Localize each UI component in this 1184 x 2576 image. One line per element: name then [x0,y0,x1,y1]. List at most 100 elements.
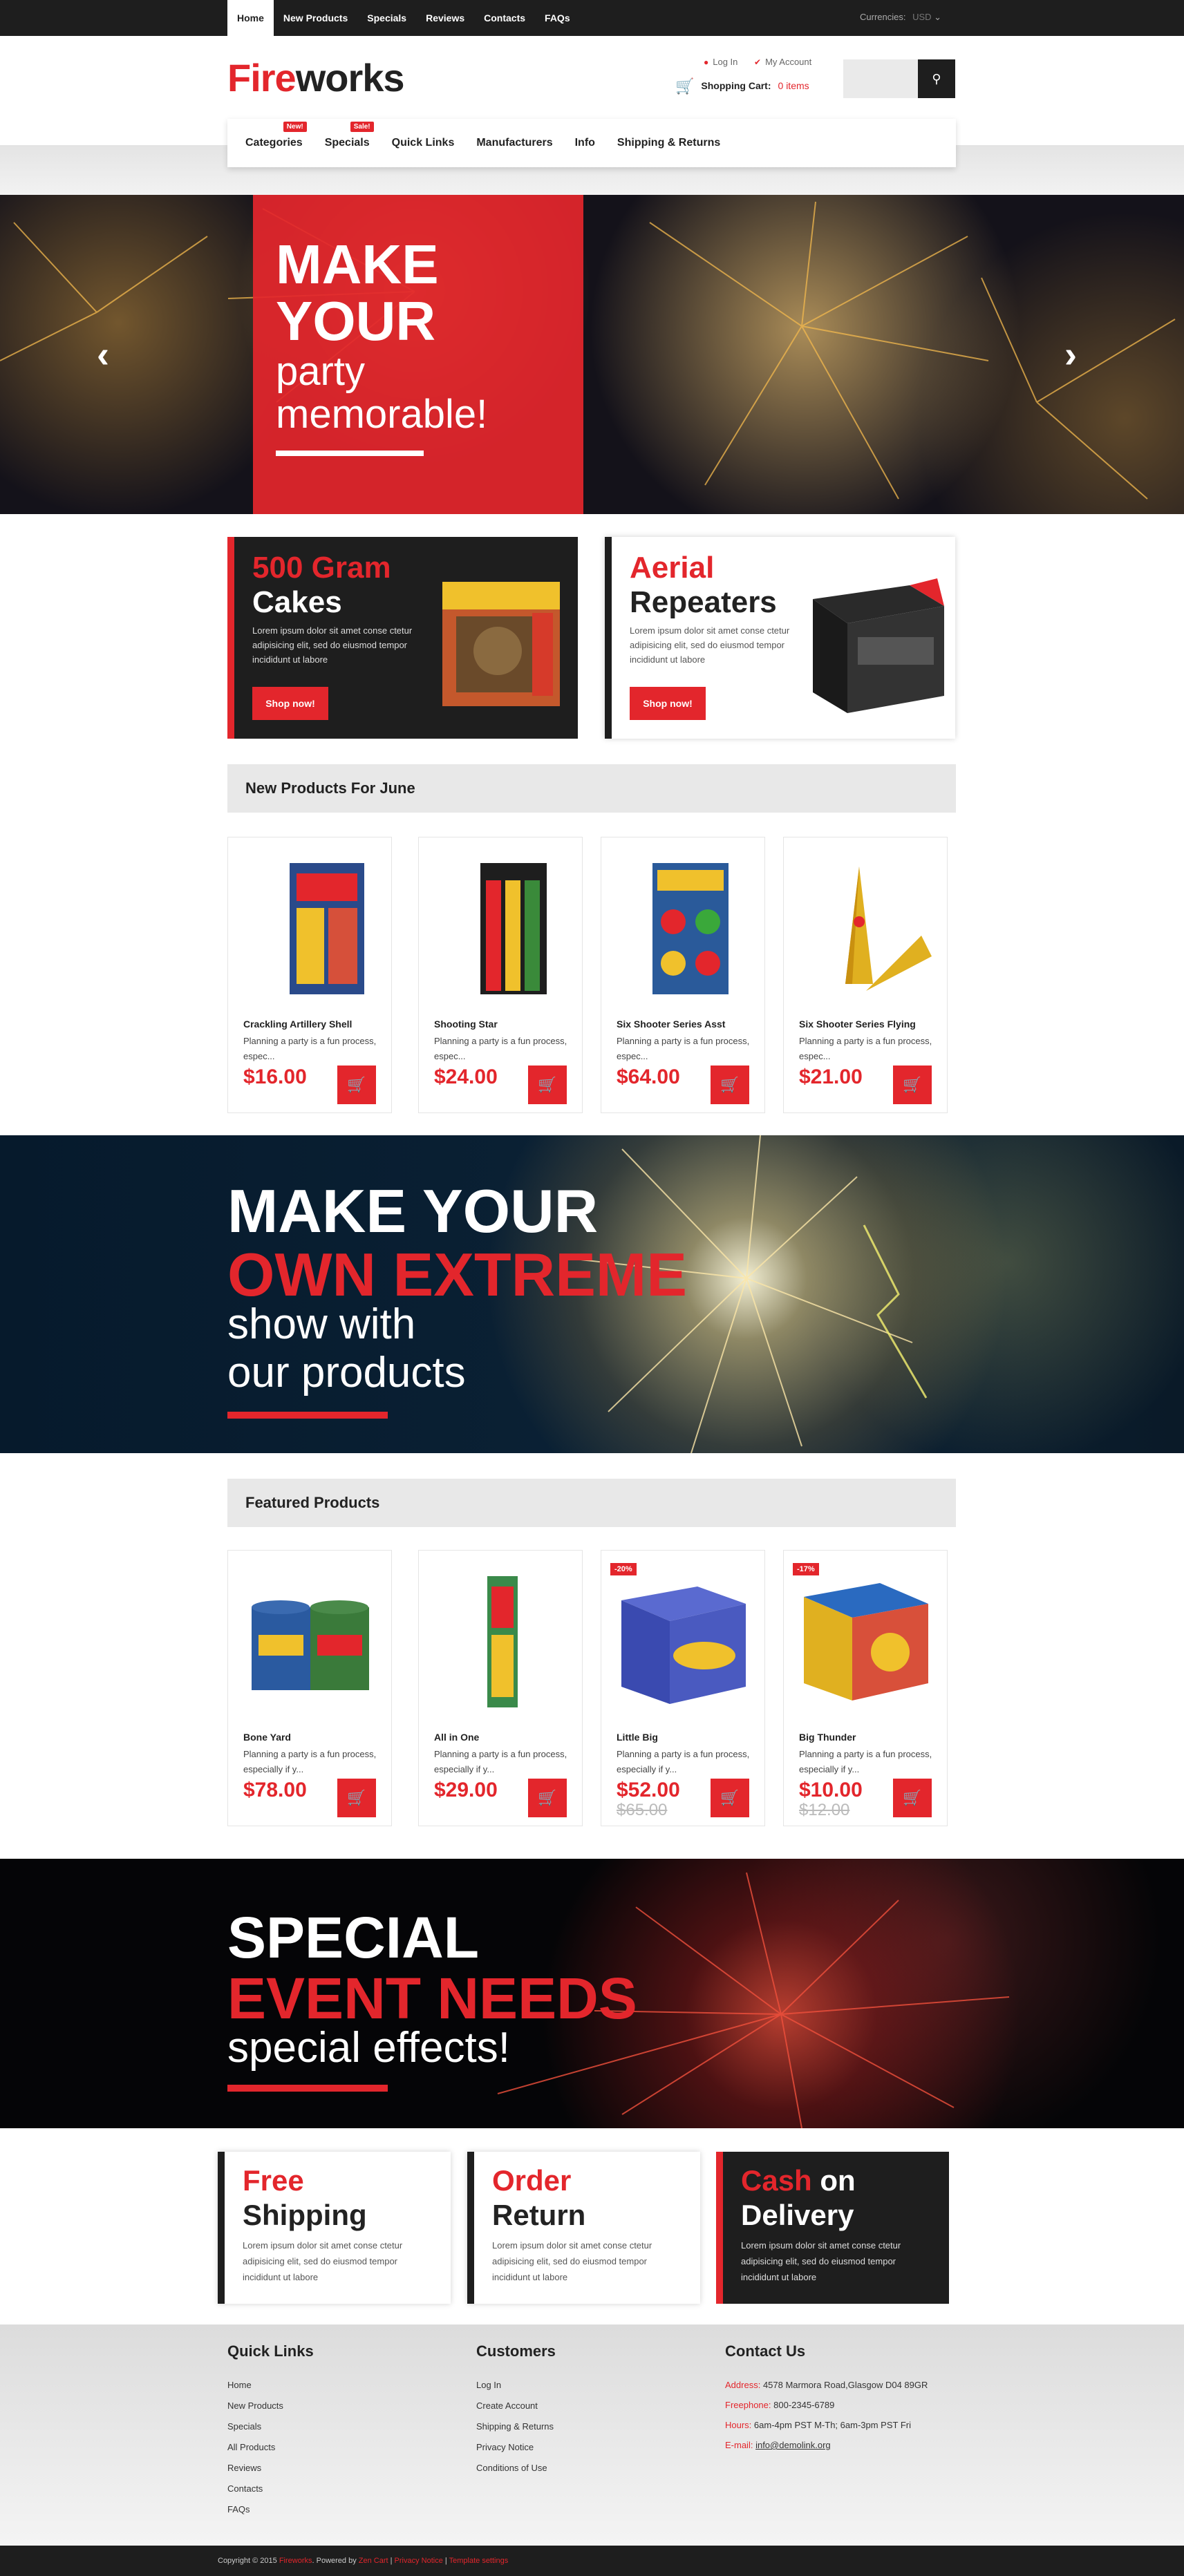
footer-link[interactable]: Reviews [227,2463,314,2483]
slider-prev-arrow-icon[interactable]: ‹ [97,333,109,376]
footer-link[interactable]: Create Account [476,2400,556,2421]
hero-subheading: party memorable! [276,350,487,436]
zen-cart-link[interactable]: Zen Cart [359,2557,388,2565]
search-button[interactable]: ⚲ [918,59,955,98]
nav-quick-links[interactable]: Quick Links [392,137,455,149]
shop-now-button[interactable]: Shop now! [630,687,706,720]
footer-link[interactable]: Contacts [227,2483,314,2504]
new-products-header: New Products For June [227,764,956,813]
product-description: Planning a party is a fun process, espec… [799,1036,932,1061]
shopping-cart[interactable]: 🛒 Shopping Cart: 0 items [675,77,809,95]
copyright-site-link[interactable]: Fireworks [279,2557,312,2565]
cart-icon: 🛒 [903,1789,922,1806]
nav-categories-label: Categories [245,137,303,149]
product-price: $16.00 [243,1066,307,1088]
cart-count[interactable]: 0 items [778,80,809,91]
product-card[interactable]: Bone Yard Planning a party is a fun proc… [227,1550,392,1826]
cart-icon: 🛒 [675,77,695,95]
banner1-line2: OWN EXTREME [227,1240,687,1309]
privacy-notice-link[interactable]: Privacy Notice [395,2557,443,2565]
top-nav-contacts[interactable]: Contacts [474,0,535,36]
cart-icon: 🛒 [720,1076,740,1093]
feature-title-bottom: Delivery [741,2199,854,2231]
add-to-cart-button[interactable]: 🛒 [337,1066,376,1104]
add-to-cart-button[interactable]: 🛒 [893,1066,932,1104]
promo-title-bottom: Cakes [252,585,342,619]
footer-link[interactable]: Specials [227,2421,314,2442]
footer-link[interactable]: Conditions of Use [476,2463,556,2483]
product-price: $52.00 [617,1779,680,1801]
product-name[interactable]: Big Thunder [799,1732,856,1743]
logo-part2: works [295,56,405,100]
footer-link[interactable]: New Products [227,2400,314,2421]
nav-specials[interactable]: Sale! Specials [325,122,374,149]
product-card[interactable]: -20% Little Big Planning a party is a fu… [601,1550,765,1826]
footer-link[interactable]: Home [227,2380,314,2400]
hero-caption-panel: MAKE YOUR party memorable! [253,195,583,514]
footer: Quick Links Home New Products Specials A… [0,2324,1184,2546]
product-name[interactable]: Little Big [617,1732,658,1743]
login-link[interactable]: ● Log In [704,57,737,67]
copyright-prefix: Copyright © 2015 [218,2557,277,2565]
banner2-line1: SPECIAL [227,1905,480,1970]
product-name[interactable]: All in One [434,1732,479,1743]
product-name[interactable]: Shooting Star [434,1019,498,1030]
product-card[interactable]: Shooting Star Planning a party is a fun … [418,837,583,1113]
slider-next-arrow-icon[interactable]: › [1064,333,1077,376]
promo-aerial-repeaters[interactable]: Aerial Repeaters Lorem ipsum dolor sit a… [605,537,955,739]
footer-link[interactable]: Privacy Notice [476,2442,556,2463]
footer-link[interactable]: FAQs [227,2504,314,2525]
product-card[interactable]: Crackling Artillery Shell Planning a par… [227,837,392,1113]
add-to-cart-button[interactable]: 🛒 [711,1779,749,1817]
nav-shipping-returns[interactable]: Shipping & Returns [617,137,720,149]
top-nav-faqs[interactable]: FAQs [535,0,580,36]
shop-now-button[interactable]: Shop now! [252,687,328,720]
product-name[interactable]: Six Shooter Series Flying [799,1019,916,1030]
top-nav-specials[interactable]: Specials [357,0,416,36]
product-image [652,863,729,994]
product-card[interactable]: Six Shooter Series Flying Planning a par… [783,837,948,1113]
product-name[interactable]: Crackling Artillery Shell [243,1019,352,1030]
contact-email[interactable]: E-mail: info@demolink.org [725,2440,928,2460]
feature-title-top: Order [492,2164,572,2197]
banner1-line3: show with [227,1300,416,1348]
footer-link[interactable]: All Products [227,2442,314,2463]
add-to-cart-button[interactable]: 🛒 [528,1779,567,1817]
feature-text: Lorem ipsum dolor sit amet conse ctetur … [492,2240,652,2282]
login-label: Log In [713,57,738,67]
top-nav-reviews[interactable]: Reviews [416,0,474,36]
feature-accent-bar [218,2152,225,2304]
nav-categories[interactable]: New! Categories [245,122,307,149]
special-event-banner[interactable]: SPECIAL EVENT NEEDS special effects! [0,1859,1184,2128]
nav-manufacturers[interactable]: Manufacturers [476,137,552,149]
my-account-link[interactable]: ✔ My Account [754,57,811,67]
top-nav-new-products[interactable]: New Products [274,0,357,36]
footer-link[interactable]: Shipping & Returns [476,2421,556,2442]
top-nav-home[interactable]: Home [227,0,274,36]
cart-icon: 🛒 [720,1789,740,1806]
product-image [487,1576,518,1707]
add-to-cart-button[interactable]: 🛒 [528,1066,567,1104]
add-to-cart-button[interactable]: 🛒 [893,1779,932,1817]
product-name[interactable]: Bone Yard [243,1732,291,1743]
product-description: Planning a party is a fun process, espec… [243,1036,377,1061]
product-name[interactable]: Six Shooter Series Asst [617,1019,725,1030]
footer-link[interactable]: Log In [476,2380,556,2400]
add-to-cart-button[interactable]: 🛒 [337,1779,376,1817]
product-card[interactable]: -17% Big Thunder Planning a party is a f… [783,1550,948,1826]
footer-contact: Contact Us Address: 4578 Marmora Road,Gl… [725,2342,928,2460]
feature-text: Lorem ipsum dolor sit amet conse ctetur … [243,2240,403,2282]
currency-selector[interactable]: Currencies: USD ⌄ [860,0,941,36]
product-card[interactable]: Six Shooter Series Asst Planning a party… [601,837,765,1113]
search-input[interactable] [843,59,918,98]
nav-info[interactable]: Info [575,137,595,149]
feature-title-bottom: Shipping [243,2199,367,2231]
feature-title-top: Cash on [741,2164,856,2197]
add-to-cart-button[interactable]: 🛒 [711,1066,749,1104]
logo[interactable]: Fireworks [227,55,405,100]
product-card[interactable]: All in One Planning a party is a fun pro… [418,1550,583,1826]
cart-icon: 🛒 [538,1789,557,1806]
promo-cakes[interactable]: 500 Gram Cakes Lorem ipsum dolor sit ame… [227,537,578,739]
extreme-show-banner[interactable]: MAKE YOUR OWN EXTREME show with our prod… [0,1135,1184,1453]
template-settings-link[interactable]: Template settings [449,2557,509,2565]
